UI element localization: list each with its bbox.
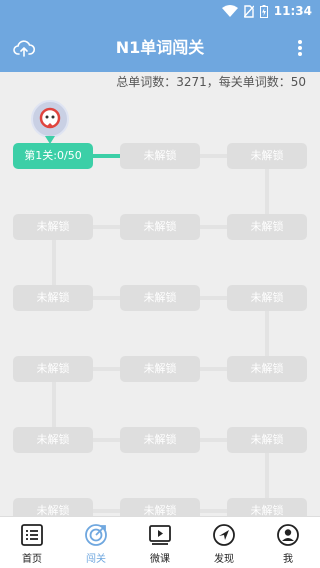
compass-icon: [213, 524, 235, 546]
path-connector: [265, 452, 269, 498]
page-title: N1单词闯关: [115, 38, 205, 57]
status-bar: 11:34: [0, 0, 320, 24]
tab-label: 首页: [22, 554, 42, 565]
path-connector: [199, 296, 228, 300]
tab-label: 闯关: [86, 554, 106, 565]
level-locked-button[interactable]: 未解锁: [120, 143, 200, 169]
no-sim-icon: [243, 4, 254, 18]
status-time: 11:34: [273, 4, 312, 18]
battery-icon: [259, 4, 268, 18]
level-locked-button[interactable]: 未解锁: [227, 285, 307, 311]
path-connector: [93, 296, 121, 300]
user-avatar: [31, 100, 69, 138]
tab-discover[interactable]: 发现: [192, 517, 256, 568]
tab-challenge[interactable]: 闯关: [64, 517, 128, 568]
level-locked-button[interactable]: 未解锁: [120, 356, 200, 382]
level-locked-button[interactable]: 未解锁: [120, 214, 200, 240]
bottom-tab-bar: 首页 闯关 微课 发现 我: [0, 516, 320, 568]
level-1-button[interactable]: 第1关:0/50: [13, 143, 93, 169]
path-connector: [265, 168, 269, 214]
level-map[interactable]: 第1关:0/50 未解锁 未解锁 未解锁 未解锁 未解锁 未解锁 未解锁 未解锁…: [0, 92, 320, 516]
user-icon: [277, 524, 299, 546]
video-play-icon: [149, 525, 171, 545]
tab-micro-lesson[interactable]: 微课: [128, 517, 192, 568]
level-locked-button[interactable]: 未解锁: [120, 498, 200, 516]
path-connector: [93, 154, 121, 158]
level-locked-button[interactable]: 未解锁: [227, 214, 307, 240]
more-vert-icon[interactable]: [290, 36, 310, 60]
level-locked-button[interactable]: 未解锁: [13, 214, 93, 240]
tab-label: 微课: [150, 554, 170, 565]
word-count-summary: 总单词数：3271，每关单词数：50: [116, 75, 306, 89]
path-connector: [199, 509, 228, 513]
tab-label: 我: [283, 554, 293, 565]
level-locked-button[interactable]: 未解锁: [13, 498, 93, 516]
path-connector: [93, 509, 121, 513]
level-locked-button[interactable]: 未解锁: [13, 285, 93, 311]
level-locked-button[interactable]: 未解锁: [13, 427, 93, 453]
level-locked-button[interactable]: 未解锁: [227, 498, 307, 516]
level-locked-button[interactable]: 未解锁: [227, 356, 307, 382]
mascot-icon: [39, 107, 61, 129]
path-connector: [52, 381, 56, 427]
path-connector: [93, 225, 121, 229]
level-locked-button[interactable]: 未解锁: [227, 143, 307, 169]
target-icon: [85, 524, 107, 546]
list-icon: [21, 524, 43, 546]
path-connector: [265, 310, 269, 356]
app-bar: N1单词闯关: [0, 24, 320, 72]
path-connector: [93, 367, 121, 371]
tab-me[interactable]: 我: [256, 517, 320, 568]
path-connector: [93, 438, 121, 442]
path-connector: [52, 239, 56, 285]
path-connector: [199, 438, 228, 442]
wifi-icon: [221, 5, 238, 17]
level-locked-button[interactable]: 未解锁: [120, 285, 200, 311]
tab-label: 发现: [214, 554, 234, 565]
level-locked-button[interactable]: 未解锁: [120, 427, 200, 453]
tab-home[interactable]: 首页: [0, 517, 64, 568]
path-connector: [199, 225, 228, 229]
path-connector: [199, 154, 228, 158]
path-connector: [199, 367, 228, 371]
level-locked-button[interactable]: 未解锁: [13, 356, 93, 382]
level-locked-button[interactable]: 未解锁: [227, 427, 307, 453]
